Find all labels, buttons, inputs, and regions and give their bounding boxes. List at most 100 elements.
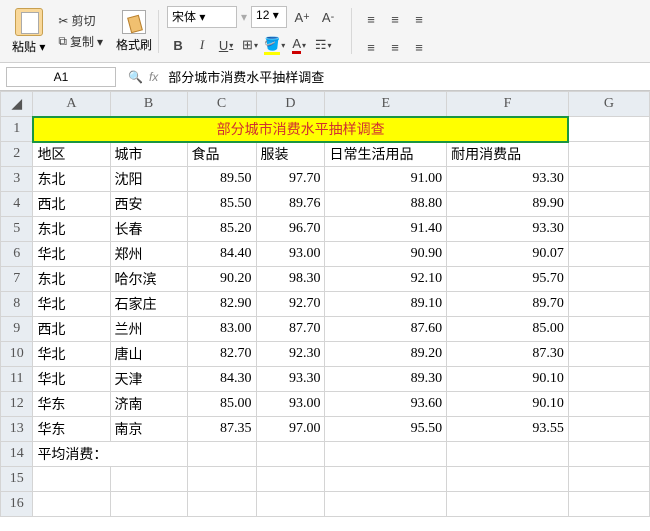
cell[interactable]: 87.35 bbox=[187, 417, 256, 442]
row-header[interactable]: 15 bbox=[1, 467, 33, 492]
row-header[interactable]: 7 bbox=[1, 267, 33, 292]
cell[interactable]: 城市 bbox=[110, 142, 187, 167]
cell[interactable]: 华东 bbox=[33, 392, 110, 417]
search-icon[interactable]: 🔍 bbox=[128, 70, 143, 84]
cell[interactable]: 92.30 bbox=[256, 342, 325, 367]
spreadsheet-grid[interactable]: ◢ A B C D E F G 1 部分城市消费水平抽样调查 2 地区 城市 食… bbox=[0, 91, 650, 517]
underline-button[interactable]: U▾ bbox=[215, 34, 237, 56]
font-name-select[interactable]: 宋体 ▾ bbox=[167, 6, 237, 28]
row-header[interactable]: 1 bbox=[1, 117, 33, 142]
cell[interactable]: 85.20 bbox=[187, 217, 256, 242]
cell[interactable]: 93.30 bbox=[256, 367, 325, 392]
cell[interactable]: 兰州 bbox=[110, 317, 187, 342]
row-header[interactable]: 4 bbox=[1, 192, 33, 217]
align-middle-button[interactable]: ≡ bbox=[384, 8, 406, 30]
fill-color-button[interactable]: 🪣▾ bbox=[263, 34, 286, 56]
cell[interactable]: 97.70 bbox=[256, 167, 325, 192]
cell[interactable]: 90.20 bbox=[187, 267, 256, 292]
cell[interactable]: 91.40 bbox=[325, 217, 447, 242]
phonetic-button[interactable]: ☶▾ bbox=[312, 34, 334, 56]
cell[interactable]: 93.60 bbox=[325, 392, 447, 417]
cell[interactable]: 耐用消费品 bbox=[447, 142, 569, 167]
row-header[interactable]: 8 bbox=[1, 292, 33, 317]
cell[interactable]: 93.00 bbox=[256, 242, 325, 267]
row-header[interactable]: 2 bbox=[1, 142, 33, 167]
cell[interactable]: 西北 bbox=[33, 192, 110, 217]
row-header[interactable]: 11 bbox=[1, 367, 33, 392]
cell[interactable]: 89.30 bbox=[325, 367, 447, 392]
cell[interactable]: 90.10 bbox=[447, 392, 569, 417]
cell[interactable]: 87.30 bbox=[447, 342, 569, 367]
cell[interactable]: 平均消费： bbox=[33, 442, 187, 467]
row-header[interactable]: 3 bbox=[1, 167, 33, 192]
cell[interactable]: 85.00 bbox=[187, 392, 256, 417]
cell[interactable]: 地区 bbox=[33, 142, 110, 167]
row-header[interactable]: 14 bbox=[1, 442, 33, 467]
cell[interactable]: 84.40 bbox=[187, 242, 256, 267]
row-header[interactable]: 12 bbox=[1, 392, 33, 417]
cell[interactable]: 石家庄 bbox=[110, 292, 187, 317]
cell[interactable]: 83.00 bbox=[187, 317, 256, 342]
fx-icon[interactable]: fx bbox=[149, 70, 158, 84]
cell[interactable]: 唐山 bbox=[110, 342, 187, 367]
paste-button[interactable]: 粘贴 ▾ bbox=[12, 8, 45, 55]
cell[interactable]: 食品 bbox=[187, 142, 256, 167]
cell[interactable]: 沈阳 bbox=[110, 167, 187, 192]
select-all-corner[interactable]: ◢ bbox=[1, 92, 33, 117]
cell[interactable]: 89.10 bbox=[325, 292, 447, 317]
cell[interactable]: 东北 bbox=[33, 217, 110, 242]
cell[interactable]: 98.30 bbox=[256, 267, 325, 292]
cell[interactable]: 93.00 bbox=[256, 392, 325, 417]
font-size-select[interactable]: 12 ▾ bbox=[251, 6, 287, 28]
align-center-button[interactable]: ≡ bbox=[384, 36, 406, 58]
cell[interactable]: 82.70 bbox=[187, 342, 256, 367]
cell[interactable]: 93.30 bbox=[447, 217, 569, 242]
cell[interactable]: 95.70 bbox=[447, 267, 569, 292]
font-color-button[interactable]: A▾ bbox=[288, 34, 310, 56]
cell[interactable]: 84.30 bbox=[187, 367, 256, 392]
row-header[interactable]: 13 bbox=[1, 417, 33, 442]
bold-button[interactable]: B bbox=[167, 34, 189, 56]
cell[interactable]: 91.00 bbox=[325, 167, 447, 192]
title-cell[interactable]: 部分城市消费水平抽样调查 bbox=[33, 117, 568, 142]
row-header[interactable]: 10 bbox=[1, 342, 33, 367]
align-left-button[interactable]: ≡ bbox=[360, 36, 382, 58]
align-bottom-button[interactable]: ≡ bbox=[408, 8, 430, 30]
formula-input[interactable] bbox=[164, 67, 650, 87]
cell[interactable]: 85.00 bbox=[447, 317, 569, 342]
cell[interactable]: 90.10 bbox=[447, 367, 569, 392]
row-header[interactable]: 6 bbox=[1, 242, 33, 267]
cell[interactable]: 90.07 bbox=[447, 242, 569, 267]
format-painter-icon[interactable] bbox=[122, 10, 146, 34]
col-header[interactable]: G bbox=[568, 92, 649, 117]
cell[interactable]: 87.60 bbox=[325, 317, 447, 342]
cell[interactable]: 85.50 bbox=[187, 192, 256, 217]
cell[interactable]: 服装 bbox=[256, 142, 325, 167]
cell[interactable]: 95.50 bbox=[325, 417, 447, 442]
align-right-button[interactable]: ≡ bbox=[408, 36, 430, 58]
row-header[interactable]: 9 bbox=[1, 317, 33, 342]
col-header[interactable]: B bbox=[110, 92, 187, 117]
col-header[interactable]: F bbox=[447, 92, 569, 117]
cell[interactable]: 哈尔滨 bbox=[110, 267, 187, 292]
cell[interactable]: 华北 bbox=[33, 367, 110, 392]
cell[interactable]: 南京 bbox=[110, 417, 187, 442]
cell[interactable]: 89.76 bbox=[256, 192, 325, 217]
cell[interactable]: 87.70 bbox=[256, 317, 325, 342]
cell[interactable]: 天津 bbox=[110, 367, 187, 392]
cell[interactable]: 92.70 bbox=[256, 292, 325, 317]
cell[interactable]: 长春 bbox=[110, 217, 187, 242]
col-header[interactable]: A bbox=[33, 92, 110, 117]
cell[interactable]: 华北 bbox=[33, 342, 110, 367]
borders-button[interactable]: ⊞▾ bbox=[239, 34, 261, 56]
cell[interactable]: 92.10 bbox=[325, 267, 447, 292]
cell[interactable]: 济南 bbox=[110, 392, 187, 417]
align-top-button[interactable]: ≡ bbox=[360, 8, 382, 30]
col-header[interactable]: D bbox=[256, 92, 325, 117]
copy-button[interactable]: ⧉ 复制▾ bbox=[55, 32, 106, 51]
cell[interactable]: 96.70 bbox=[256, 217, 325, 242]
cell[interactable]: 90.90 bbox=[325, 242, 447, 267]
cell[interactable]: 华北 bbox=[33, 242, 110, 267]
cell[interactable]: 华北 bbox=[33, 292, 110, 317]
cell[interactable]: 93.30 bbox=[447, 167, 569, 192]
